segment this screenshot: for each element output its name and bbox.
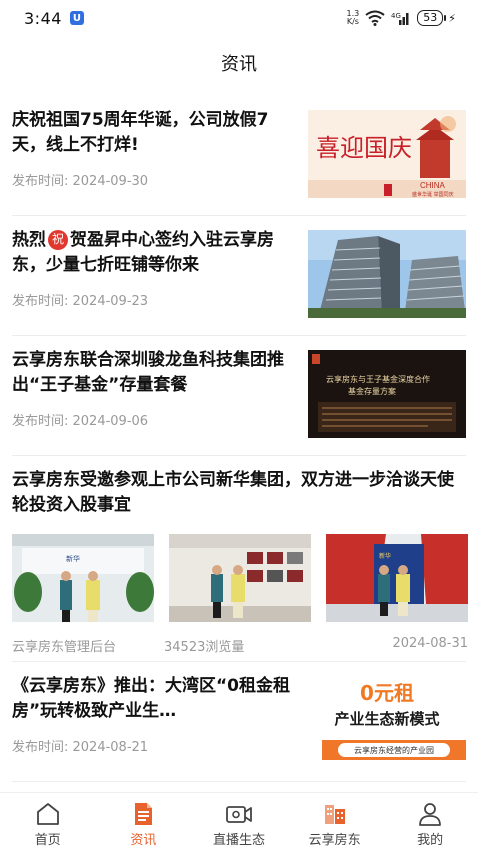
thumb-caption: 云享房东经营的产业园 <box>354 745 434 755</box>
network-speed-unit: K/s <box>346 17 359 26</box>
status-icons: 1.3 K/s 4G 53 ⚡ <box>347 10 456 26</box>
charging-icon: ⚡ <box>448 11 456 25</box>
news-title[interactable]: 庆祝祖国75周年华诞，公司放假7天，线上不打烊! <box>12 108 300 158</box>
news-item[interactable]: 云享房东受邀参观上市公司新华集团，双方进一步洽谈天使轮投资入股事宜 新华 新华 … <box>12 456 468 662</box>
news-views: 34523浏览量 <box>164 640 245 655</box>
tab-label: 我的 <box>417 833 444 848</box>
thumb-subtitle-2: 盛世华诞 举国同庆 <box>412 191 454 198</box>
news-title-part: 热烈 <box>12 230 46 250</box>
battery-indicator: 53 ⚡ <box>417 10 456 26</box>
page-title: 资讯 <box>221 54 257 75</box>
home-icon <box>34 801 62 827</box>
news-icon <box>129 801 157 827</box>
news-date: 发布时间: 2024-09-30 <box>12 174 149 189</box>
status-bar: 3:44 U 1.3 K/s 4G 53 ⚡ <box>0 0 478 36</box>
news-title[interactable]: 热烈祝贺盈昇中心签约入驻云享房东，少量七折旺铺等你来 <box>12 228 300 278</box>
status-time: 3:44 <box>24 8 62 28</box>
signal-icon: 4G <box>391 12 409 25</box>
news-image[interactable]: 新华 <box>12 534 154 622</box>
video-icon <box>225 801 253 827</box>
news-date: 发布时间: 2024-08-21 <box>12 740 149 755</box>
news-title[interactable]: 《云享房东》推出：大湾区“0租金租房”玩转极致产业生… <box>12 674 300 724</box>
battery-tip <box>444 15 447 21</box>
battery-level: 53 <box>417 10 444 26</box>
tab-home[interactable]: 首页 <box>0 793 96 850</box>
tab-label: 云享房东 <box>308 833 361 848</box>
news-image[interactable]: 新华 <box>326 534 468 622</box>
network-speed: 1.3 K/s <box>347 10 360 26</box>
wifi-icon <box>365 10 385 26</box>
national-day-image: 喜迎国庆 CHINA 盛世华诞 举国同庆 <box>308 110 466 198</box>
news-thumbnail[interactable] <box>308 230 466 318</box>
news-thumbnail[interactable]: 喜迎国庆 CHINA 盛世华诞 举国同庆 <box>308 110 466 198</box>
news-thumbnail[interactable]: 云享房东与王子基金深度合作 基金存量方案 <box>308 350 466 438</box>
building-photo <box>308 230 466 318</box>
profile-icon <box>416 801 444 827</box>
fund-plan-image: 云享房东与王子基金深度合作 基金存量方案 <box>308 350 466 438</box>
svg-text:新华: 新华 <box>379 552 391 560</box>
news-meta: 云享房东管理后台 34523浏览量 2024-08-31 <box>12 636 468 655</box>
svg-text:新华: 新华 <box>66 554 80 563</box>
news-image-group: 新华 新华 <box>12 534 468 622</box>
visit-photo-2 <box>169 534 311 622</box>
svg-text:4G: 4G <box>391 12 401 20</box>
app-notification-icon: U <box>69 11 84 25</box>
thumb-subheadline: 产业生态新模式 <box>334 710 439 728</box>
celebrate-badge-icon: 祝 <box>48 229 68 250</box>
bottom-tab-bar: 首页 资讯 直播生态 云享房东 我的 <box>0 792 478 850</box>
visit-photo-3: 新华 <box>326 534 468 622</box>
news-title[interactable]: 云享房东联合深圳骏龙鱼科技集团推出“王子基金”存量套餐 <box>12 348 300 398</box>
news-item[interactable]: 《云享房东》推出：大湾区“0租金租房”玩转极致产业生… 发布时间: 2024-0… <box>12 662 466 782</box>
tab-label: 首页 <box>34 833 61 848</box>
tab-profile[interactable]: 我的 <box>382 793 478 850</box>
visit-photo-1: 新华 <box>12 534 154 622</box>
news-item[interactable]: 云享房东联合深圳骏龙鱼科技集团推出“王子基金”存量套餐 发布时间: 2024-0… <box>12 336 466 456</box>
news-date: 2024-08-31 <box>392 636 468 651</box>
tab-live[interactable]: 直播生态 <box>191 793 287 850</box>
tab-label: 资讯 <box>130 833 157 848</box>
tab-yunxiang[interactable]: 云享房东 <box>287 793 383 850</box>
zero-rent-image: 0元租 产业生态新模式 云享房东经营的产业园 <box>308 676 466 764</box>
news-date: 发布时间: 2024-09-06 <box>12 414 149 429</box>
news-image[interactable] <box>169 534 311 622</box>
thumb-line-2: 基金存量方案 <box>348 386 396 396</box>
tab-news[interactable]: 资讯 <box>96 793 192 850</box>
news-title[interactable]: 云享房东受邀参观上市公司新华集团，双方进一步洽谈天使轮投资入股事宜 <box>12 468 468 518</box>
thumb-line-1: 云享房东与王子基金深度合作 <box>326 374 430 384</box>
news-author: 云享房东管理后台 <box>12 640 117 655</box>
news-thumbnail[interactable]: 0元租 产业生态新模式 云享房东经营的产业园 <box>308 676 466 764</box>
building-icon <box>321 801 349 827</box>
news-date: 发布时间: 2024-09-23 <box>12 294 149 309</box>
tab-label: 直播生态 <box>212 833 265 848</box>
news-item[interactable]: 热烈祝贺盈昇中心签约入驻云享房东，少量七折旺铺等你来 发布时间: 2024-09… <box>12 216 466 336</box>
thumb-title: 喜迎国庆 <box>316 134 412 162</box>
news-list[interactable]: 庆祝祖国75周年华诞，公司放假7天，线上不打烊! 发布时间: 2024-09-3… <box>0 96 478 822</box>
thumb-subtitle: CHINA <box>420 181 446 190</box>
thumb-headline: 0元租 <box>360 681 414 705</box>
news-item[interactable]: 庆祝祖国75周年华诞，公司放假7天，线上不打烊! 发布时间: 2024-09-3… <box>12 96 466 216</box>
